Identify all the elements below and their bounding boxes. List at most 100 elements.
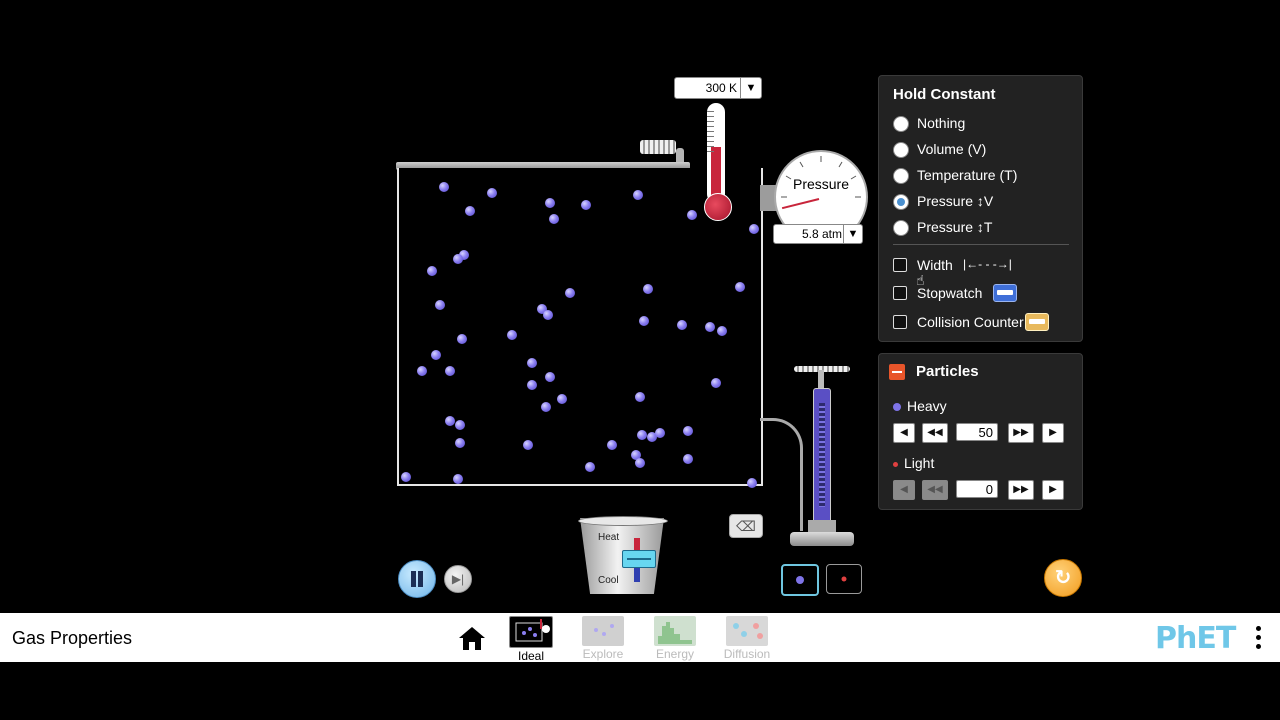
bicycle-pump[interactable]: [813, 388, 831, 528]
light-decrement-button[interactable]: ◀: [893, 480, 915, 500]
thermometer-tick: [707, 121, 714, 122]
heavy-particle: [465, 206, 475, 216]
heavy-particle: [457, 334, 467, 344]
heavy-increment-button[interactable]: ▶: [1042, 423, 1064, 443]
heavy-particle: [639, 316, 649, 326]
heavy-particle-type-button[interactable]: [781, 564, 819, 596]
stopwatch-checkbox[interactable]: [893, 286, 907, 300]
heat-label: Heat: [598, 532, 620, 543]
checkbox-label: Stopwatch: [917, 285, 983, 301]
heavy-particle: [455, 420, 465, 430]
heavy-particle: [747, 478, 757, 488]
heavy-particle: [581, 200, 591, 210]
home-icon[interactable]: [458, 625, 486, 651]
thermometer-tick: [707, 146, 714, 147]
heavy-particle: [687, 210, 697, 220]
heavy-label: Heavy: [907, 398, 947, 414]
energy-screen-icon: [654, 616, 696, 646]
more-menu-icon[interactable]: [1254, 626, 1262, 652]
heavy-particle: [749, 224, 759, 234]
heavy-particle: [401, 472, 411, 482]
phet-logo[interactable]: PhET: [1155, 621, 1236, 656]
heavy-particle: [557, 394, 567, 404]
light-count-field[interactable]: 0: [956, 480, 998, 498]
heavy-particle: [487, 188, 497, 198]
heavy-particle: [527, 380, 537, 390]
heavy-particle: [635, 392, 645, 402]
heavy-particle: [655, 428, 665, 438]
collision-counter-checkbox-row[interactable]: Collision Counter: [893, 313, 1073, 333]
light-increment-button[interactable]: ▶: [1042, 480, 1064, 500]
heavy-particle: [445, 416, 455, 426]
chevron-down-icon[interactable]: ▼: [740, 78, 761, 98]
diffusion-screen-icon: [726, 616, 768, 646]
radio-button-selected[interactable]: [893, 194, 909, 210]
thermometer-tick: [707, 151, 714, 152]
temperature-readout[interactable]: 300 K ▼: [674, 77, 762, 99]
screen-ideal-button[interactable]: Ideal: [507, 616, 555, 663]
eraser-icon: ⌫: [736, 518, 756, 534]
divider: [893, 244, 1069, 245]
step-forward-icon: ▶|: [451, 572, 465, 586]
lid-handle[interactable]: [640, 140, 676, 154]
width-checkbox[interactable]: [893, 258, 907, 272]
heavy-particle: [637, 430, 647, 440]
heavy-particle: [565, 288, 575, 298]
screen-energy-button[interactable]: Energy: [651, 616, 699, 662]
heavy-particle: [633, 190, 643, 200]
light-particle-type-button[interactable]: [826, 564, 862, 594]
gauge-label: Pressure: [792, 176, 850, 192]
screen-diffusion-button[interactable]: Diffusion: [723, 616, 771, 662]
stopwatch-icon: [993, 284, 1017, 302]
heavy-particle: [677, 320, 687, 330]
radio-button[interactable]: [893, 168, 909, 184]
heavy-decrement-button[interactable]: ◀: [893, 423, 915, 443]
heavy-particle: [543, 310, 553, 320]
ideal-screen-icon: [509, 616, 553, 648]
radio-button[interactable]: [893, 142, 909, 158]
heavy-particle: [431, 350, 441, 360]
bucket-rim: [578, 516, 668, 526]
heavy-particle: [711, 378, 721, 388]
heavy-count-field[interactable]: 50: [956, 423, 998, 441]
hand-cursor-icon: ☝: [916, 272, 925, 288]
heavy-particle: [439, 182, 449, 192]
width-arrows-icon: |←- - -→|: [963, 257, 1012, 271]
light-fast-increment-button[interactable]: ▶▶: [1008, 480, 1034, 500]
radio-button[interactable]: [893, 220, 909, 236]
hold-constant-title: Hold Constant: [893, 86, 996, 103]
collapse-button[interactable]: [889, 364, 905, 380]
heavy-particle: [523, 440, 533, 450]
eraser-button[interactable]: ⌫: [729, 514, 763, 538]
cool-label: Cool: [598, 575, 619, 586]
pause-button[interactable]: [398, 560, 436, 598]
light-label-row: Light: [893, 455, 934, 471]
radio-label: Pressure ↕T: [917, 219, 993, 235]
heat-cool-slider[interactable]: [622, 550, 656, 568]
navigation-bar: Gas Properties Ideal Explore Energy Diff…: [0, 613, 1280, 663]
heavy-particle: [643, 284, 653, 294]
heavy-particle: [683, 454, 693, 464]
chevron-down-icon[interactable]: ▼: [843, 225, 862, 243]
screen-explore-button[interactable]: Explore: [579, 616, 627, 662]
pressure-value: 5.8 atm: [801, 227, 842, 241]
step-button[interactable]: ▶|: [444, 565, 472, 593]
thermometer-tick: [707, 136, 714, 137]
hold-constant-panel: Hold Constant Nothing Volume (V) Tempera…: [878, 75, 1083, 342]
heavy-particle-icon: [796, 576, 804, 584]
heavy-fast-increment-button[interactable]: ▶▶: [1008, 423, 1034, 443]
thermometer-bulb: [704, 193, 732, 221]
radio-button[interactable]: [893, 116, 909, 132]
pressure-readout[interactable]: 5.8 atm ▼: [773, 224, 863, 244]
particles-panel: Particles Heavy ◀ ◀◀ 50 ▶▶ ▶ Light ◀ ◀◀ …: [878, 353, 1083, 510]
pump-hose: [760, 418, 803, 531]
light-label: Light: [904, 455, 935, 471]
collision-counter-icon: [1025, 313, 1049, 331]
light-fast-decrement-button[interactable]: ◀◀: [922, 480, 948, 500]
heavy-fast-decrement-button[interactable]: ◀◀: [922, 423, 948, 443]
radio-label: Nothing: [917, 115, 966, 131]
heavy-particle: [541, 402, 551, 412]
collision-counter-checkbox[interactable]: [893, 315, 907, 329]
screen-label: Energy: [655, 647, 695, 661]
reset-all-button[interactable]: ↻: [1044, 559, 1082, 597]
